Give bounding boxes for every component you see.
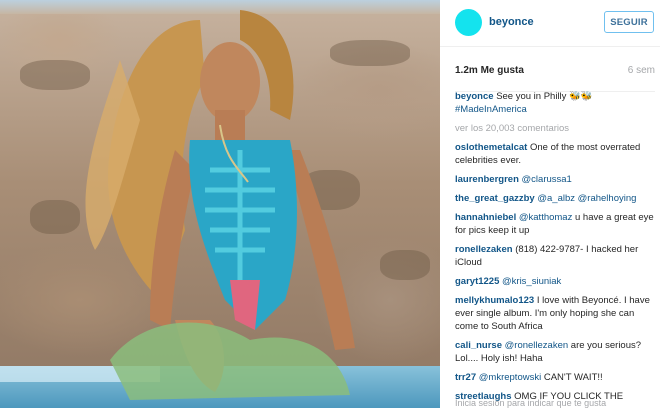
avatar[interactable] xyxy=(455,9,482,36)
comment-mention[interactable]: @kris_siuniak xyxy=(502,276,561,287)
follow-button[interactable]: SEGUIR xyxy=(604,11,654,33)
login-prompt[interactable]: Inicia sesión para indicar que te gusta xyxy=(455,398,606,408)
comment-item: hannahniebel @katthomaz u have a great e… xyxy=(455,211,655,237)
comment-username[interactable]: trr27 xyxy=(455,372,476,383)
likes-count[interactable]: 1.2m Me gusta xyxy=(455,65,524,76)
comment-username[interactable]: ronellezaken xyxy=(455,244,513,255)
caption-hashtag[interactable]: #MadeInAmerica xyxy=(455,104,527,115)
comment-text: CAN'T WAIT!! xyxy=(543,372,603,383)
comment-item: ronellezaken (818) 422-9787- I hacked he… xyxy=(455,243,655,269)
post-timestamp[interactable]: 6 sem xyxy=(628,65,655,76)
post-header: beyonce SEGUIR xyxy=(440,0,660,47)
caption-text: See you in Philly 🐝🐝 xyxy=(496,91,593,102)
post-photo[interactable] xyxy=(0,0,440,408)
comment-username[interactable]: oslothemetalcat xyxy=(455,142,527,153)
woman-figure-illustration xyxy=(85,10,355,400)
comment-username[interactable]: cali_nurse xyxy=(455,340,502,351)
comment-mention[interactable]: @ronellezaken xyxy=(505,340,569,351)
comment-mention[interactable]: @mkreptowski xyxy=(479,372,541,383)
comment-item: cali_nurse @ronellezaken are you serious… xyxy=(455,339,655,365)
comment-username[interactable]: garyt1225 xyxy=(455,276,499,287)
comment-item: trr27 @mkreptowski CAN'T WAIT!! xyxy=(455,371,655,384)
comment-item: mellykhumalo123 I love with Beyoncé. I h… xyxy=(455,294,655,333)
comment-mention[interactable]: @clarussa1 xyxy=(522,174,572,185)
post-sidebar: beyonce SEGUIR 1.2m Me gusta 6 sem beyon… xyxy=(440,0,660,408)
comment-item: laurenbergren @clarussa1 xyxy=(455,173,655,186)
view-all-comments-link[interactable]: ver los 20,003 comentarios xyxy=(455,122,655,135)
comment-item: oslothemetalcat One of the most overrate… xyxy=(455,141,655,167)
caption-username[interactable]: beyonce xyxy=(455,91,494,102)
comments-list: beyonce See you in Philly 🐝🐝 #MadeInAmer… xyxy=(455,90,655,409)
username-link[interactable]: beyonce xyxy=(489,16,534,28)
comment-mention[interactable]: @a_albz @rahelhoying xyxy=(537,193,636,204)
comment-username[interactable]: the_great_gazzby xyxy=(455,193,535,204)
comment-mention[interactable]: @katthomaz xyxy=(519,212,572,223)
comment-username[interactable]: laurenbergren xyxy=(455,174,519,185)
comment-item: the_great_gazzby @a_albz @rahelhoying xyxy=(455,192,655,205)
comment-username[interactable]: mellykhumalo123 xyxy=(455,295,534,306)
post-stats: 1.2m Me gusta 6 sem xyxy=(455,65,655,92)
comment-username[interactable]: hannahniebel xyxy=(455,212,516,223)
caption: beyonce See you in Philly 🐝🐝 #MadeInAmer… xyxy=(455,90,655,116)
comment-item: garyt1225 @kris_siuniak xyxy=(455,275,655,288)
